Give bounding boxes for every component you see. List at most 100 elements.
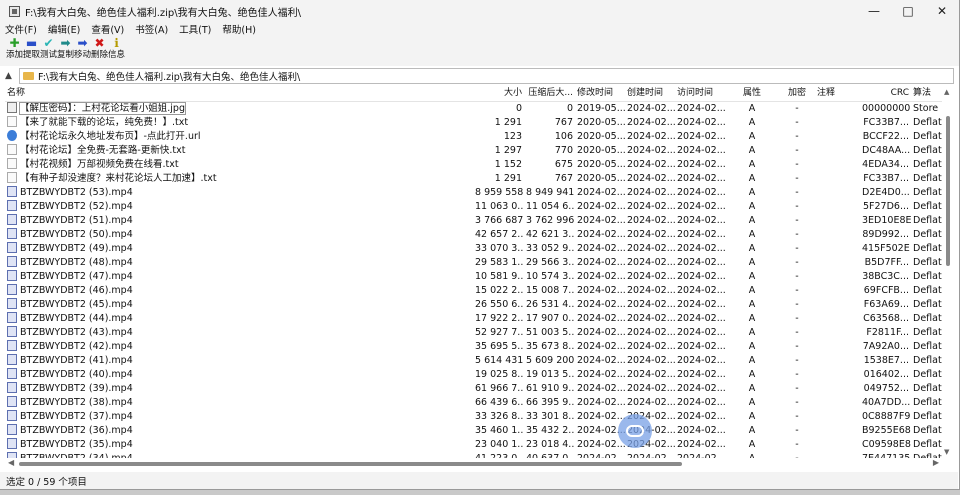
floating-assistant-icon[interactable] — [618, 414, 652, 448]
file-name: BTZBWYDBT2 (48).mp4 — [20, 257, 133, 268]
scroll-up-icon[interactable]: ▲ — [944, 88, 949, 96]
toolbar-button-5[interactable]: ✖ 删除 — [91, 36, 108, 60]
table-row[interactable]: BTZBWYDBT2 (48).mp4 29 583 1... 29 566 3..… — [5, 256, 942, 270]
column-accessed[interactable]: 访问时间 — [675, 86, 725, 101]
table-row[interactable]: 【来了就能下载的论坛，纯免费！】.txt 1 291 767 2020-05... 20… — [5, 116, 942, 130]
toolbar-button-6[interactable]: ℹ 信息 — [108, 36, 125, 60]
toolbar: ✚ 添加 ▬ 提取 ✔ 测试 ➡ 复制 ➡ 移动 ✖ 删除 ℹ 信息 — [0, 36, 959, 66]
txt-file-icon — [7, 172, 17, 183]
column-modified[interactable]: 修改时间 — [575, 86, 625, 101]
table-row[interactable]: 【有种子却没速度？来村花论坛人工加速】.txt 1 291 767 2020-05..… — [5, 172, 942, 186]
table-row[interactable]: BTZBWYDBT2 (36).mp4 35 460 1... 35 432 2..… — [5, 424, 942, 438]
table-row[interactable]: BTZBWYDBT2 (35).mp4 23 040 1... 23 018 4..… — [5, 438, 942, 452]
menu-file[interactable]: 文件(F) — [5, 22, 37, 36]
toolbar-button-3[interactable]: ➡ 复制 — [57, 36, 74, 60]
toolbar-button-2[interactable]: ✔ 测试 — [40, 36, 57, 60]
table-row[interactable]: BTZBWYDBT2 (53).mp4 8 959 558 8 949 941 202… — [5, 186, 942, 200]
scroll-down-icon[interactable]: ▼ — [944, 448, 949, 456]
table-row[interactable]: BTZBWYDBT2 (46).mp4 15 022 2... 15 008 7..… — [5, 284, 942, 298]
address-field[interactable]: F:\我有大白兔、绝色佳人福利.zip\我有大白兔、绝色佳人福利\ — [19, 68, 954, 84]
column-crc[interactable]: CRC — [860, 86, 911, 101]
table-row[interactable]: BTZBWYDBT2 (49).mp4 33 070 3... 33 052 9..… — [5, 242, 942, 256]
toolbar-button-1[interactable]: ▬ 提取 — [23, 36, 40, 60]
attributes-cell: A — [748, 397, 756, 408]
toolbar-label: 添加 — [6, 50, 24, 60]
close-button[interactable]: ✕ — [925, 0, 959, 22]
menu-bookmarks[interactable]: 书签(A) — [135, 22, 168, 36]
created-time-cell: 2024-02... — [627, 243, 675, 254]
file-name-cell: 【村花视频】万部视频免费在线看.txt — [5, 158, 473, 172]
file-name: BTZBWYDBT2 (49).mp4 — [20, 243, 133, 254]
menu-view[interactable]: 查看(V) — [91, 22, 124, 36]
table-row[interactable]: 【解压密码】：上村花论坛看小姐姐.jpg 0 0 2019-05... 2024-02.… — [5, 102, 942, 116]
table-row[interactable]: BTZBWYDBT2 (42).mp4 35 695 5... 35 673 8..… — [5, 340, 942, 354]
attributes-cell: A — [748, 439, 756, 450]
table-row[interactable]: BTZBWYDBT2 (51).mp4 3 766 687 3 762 996 202… — [5, 214, 942, 228]
column-header-row: 名称 大小 压缩后大... 修改时间 创建时间 访问时间 属性 加密 注释 CR… — [5, 86, 942, 102]
mp4-file-icon — [7, 284, 17, 295]
column-encrypted[interactable]: 加密 — [779, 86, 815, 101]
table-row[interactable]: BTZBWYDBT2 (39).mp4 61 966 7... 61 910 9..… — [5, 382, 942, 396]
column-created[interactable]: 创建时间 — [625, 86, 675, 101]
table-row[interactable]: BTZBWYDBT2 (44).mp4 17 922 2... 17 907 0..… — [5, 312, 942, 326]
minimize-button[interactable]: — — [857, 0, 891, 22]
column-name[interactable]: 名称 — [5, 86, 473, 101]
table-row[interactable]: 【村花视频】万部视频免费在线看.txt 1 152 675 2020-05... 202… — [5, 158, 942, 172]
table-row[interactable]: BTZBWYDBT2 (45).mp4 26 550 6... 26 531 4..… — [5, 298, 942, 312]
crc-value-cell: D2E4D0... — [862, 187, 910, 198]
table-row[interactable]: BTZBWYDBT2 (38).mp4 66 439 6... 66 395 9..… — [5, 396, 942, 410]
up-folder-icon[interactable]: ▲ — [5, 71, 19, 81]
table-row[interactable]: 【村花论坛永久地址发布页】-点此打开.url 123 106 2020-05... 20… — [5, 130, 942, 144]
file-name: BTZBWYDBT2 (39).mp4 — [20, 383, 133, 394]
maximize-button[interactable]: □ — [891, 0, 925, 22]
file-name: BTZBWYDBT2 (53).mp4 — [20, 187, 133, 198]
column-comment[interactable]: 注释 — [815, 86, 860, 101]
encrypted-cell: - — [795, 369, 799, 380]
file-rows: 【解压密码】：上村花论坛看小姐姐.jpg 0 0 2019-05... 2024-02.… — [5, 102, 942, 458]
archive-app-icon — [9, 5, 20, 17]
scroll-left-icon[interactable]: ◀ — [8, 458, 14, 467]
table-row[interactable]: BTZBWYDBT2 (52).mp4 11 063 0... 11 054 6..… — [5, 200, 942, 214]
table-row[interactable]: BTZBWYDBT2 (47).mp4 10 581 9... 10 574 3..… — [5, 270, 942, 284]
vertical-scroll-thumb[interactable] — [946, 116, 950, 266]
column-method[interactable]: 算法 — [911, 86, 942, 101]
vertical-scrollbar[interactable]: ▲ ▼ — [942, 86, 954, 458]
menu-tools[interactable]: 工具(T) — [179, 22, 211, 36]
encrypted-cell: - — [795, 215, 799, 226]
toolbar-button-4[interactable]: ➡ 移动 — [74, 36, 92, 60]
attributes-cell: A — [748, 369, 756, 380]
toolbar-label: 移动 — [74, 50, 92, 60]
attributes-cell: A — [748, 201, 756, 212]
horizontal-scrollbar[interactable]: ◀ ▶ — [5, 458, 942, 470]
file-name: 【解压密码】：上村花论坛看小姐姐.jpg — [19, 102, 186, 115]
file-name-cell: BTZBWYDBT2 (42).mp4 — [5, 340, 473, 354]
table-row[interactable]: BTZBWYDBT2 (37).mp4 33 326 8... 33 301 8..… — [5, 410, 942, 424]
menu-bar: 文件(F) 编辑(E) 查看(V) 书签(A) 工具(T) 帮助(H) — [0, 22, 959, 36]
packed-size-cell: 23 018 4... — [526, 439, 575, 450]
file-size-cell: 42 657 2... — [475, 229, 524, 240]
mp4-file-icon — [7, 228, 17, 239]
modified-time-cell: 2024-02... — [577, 187, 625, 198]
horizontal-scroll-thumb[interactable] — [19, 462, 682, 466]
modified-time-cell: 2024-02... — [577, 201, 625, 212]
menu-edit[interactable]: 编辑(E) — [48, 22, 80, 36]
table-row[interactable]: BTZBWYDBT2 (40).mp4 19 025 8... 19 013 5..… — [5, 368, 942, 382]
encrypted-cell: - — [795, 131, 799, 142]
accessed-time-cell: 2024-02... — [677, 103, 725, 114]
column-attributes[interactable]: 属性 — [725, 86, 779, 101]
table-row[interactable]: BTZBWYDBT2 (50).mp4 42 657 2... 42 621 3..… — [5, 228, 942, 242]
column-packed-size[interactable]: 压缩后大... — [524, 86, 575, 101]
encrypted-cell: - — [795, 187, 799, 198]
crc-value-cell: 7A92A0... — [862, 341, 909, 352]
table-row[interactable]: 【村花论坛】全免费-无套路-更新快.txt 1 297 770 2020-05... 2… — [5, 144, 942, 158]
table-row[interactable]: BTZBWYDBT2 (41).mp4 5 614 431 5 609 200 202… — [5, 354, 942, 368]
table-row[interactable]: BTZBWYDBT2 (43).mp4 52 927 7... 51 003 5..… — [5, 326, 942, 340]
menu-help[interactable]: 帮助(H) — [222, 22, 256, 36]
packed-size-cell: 8 949 941 — [526, 187, 575, 198]
column-size[interactable]: 大小 — [473, 86, 524, 101]
mp4-file-icon — [7, 438, 17, 449]
scroll-right-icon[interactable]: ▶ — [933, 458, 939, 467]
accessed-time-cell: 2024-02... — [677, 411, 725, 422]
file-name: BTZBWYDBT2 (42).mp4 — [20, 341, 133, 352]
toolbar-button-0[interactable]: ✚ 添加 — [6, 36, 24, 60]
